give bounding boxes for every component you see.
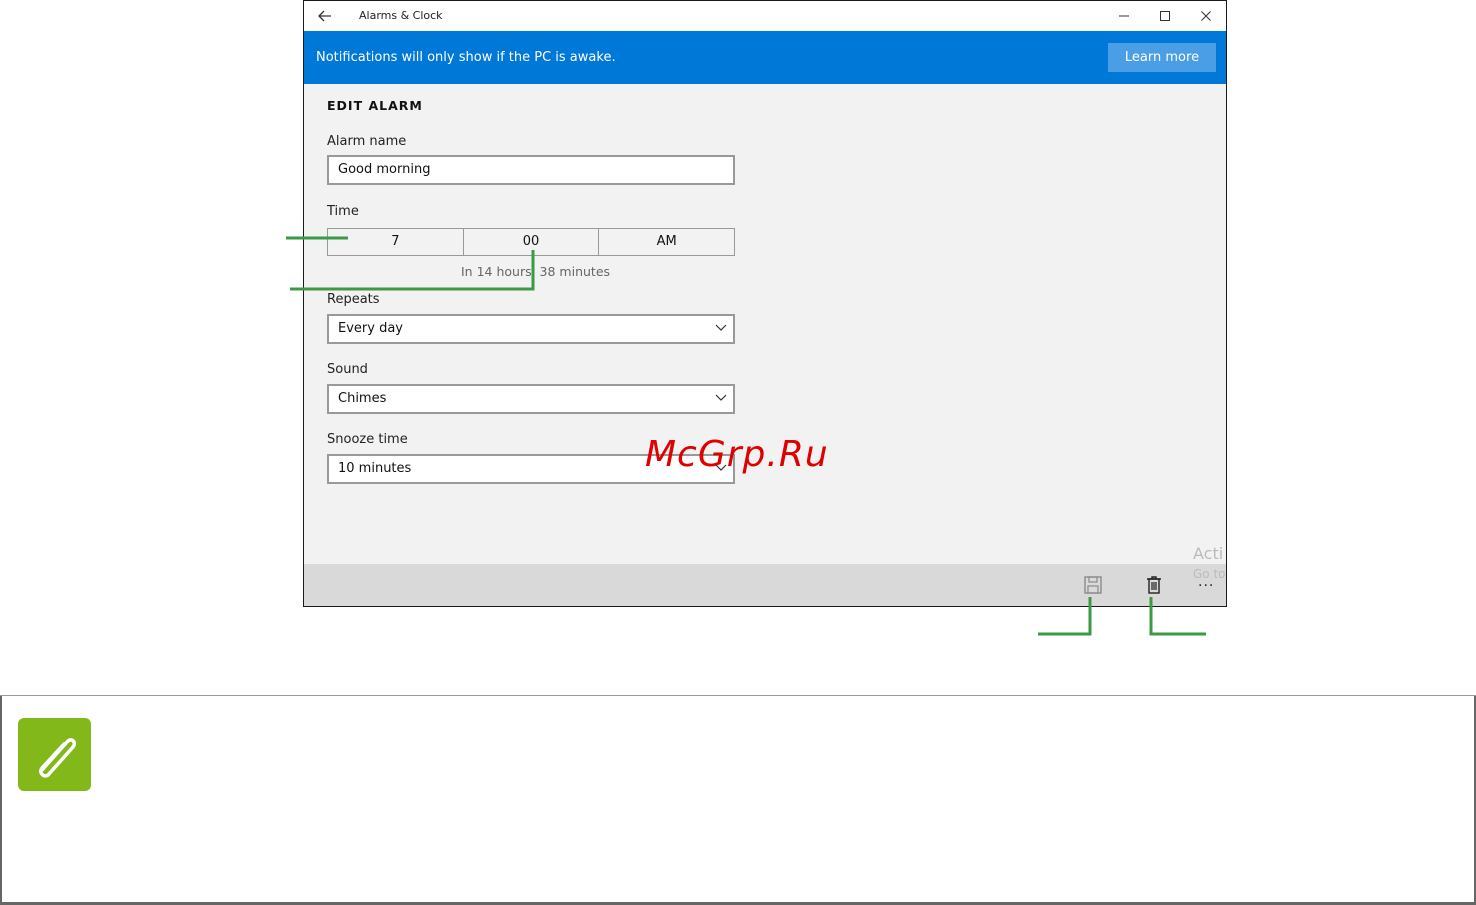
note-border-left [0,696,2,903]
paperclip-icon [18,718,91,791]
callout-save [1038,597,1092,636]
callout-minute [290,250,535,291]
note-box [0,695,1476,905]
callout-delete [1149,597,1206,636]
